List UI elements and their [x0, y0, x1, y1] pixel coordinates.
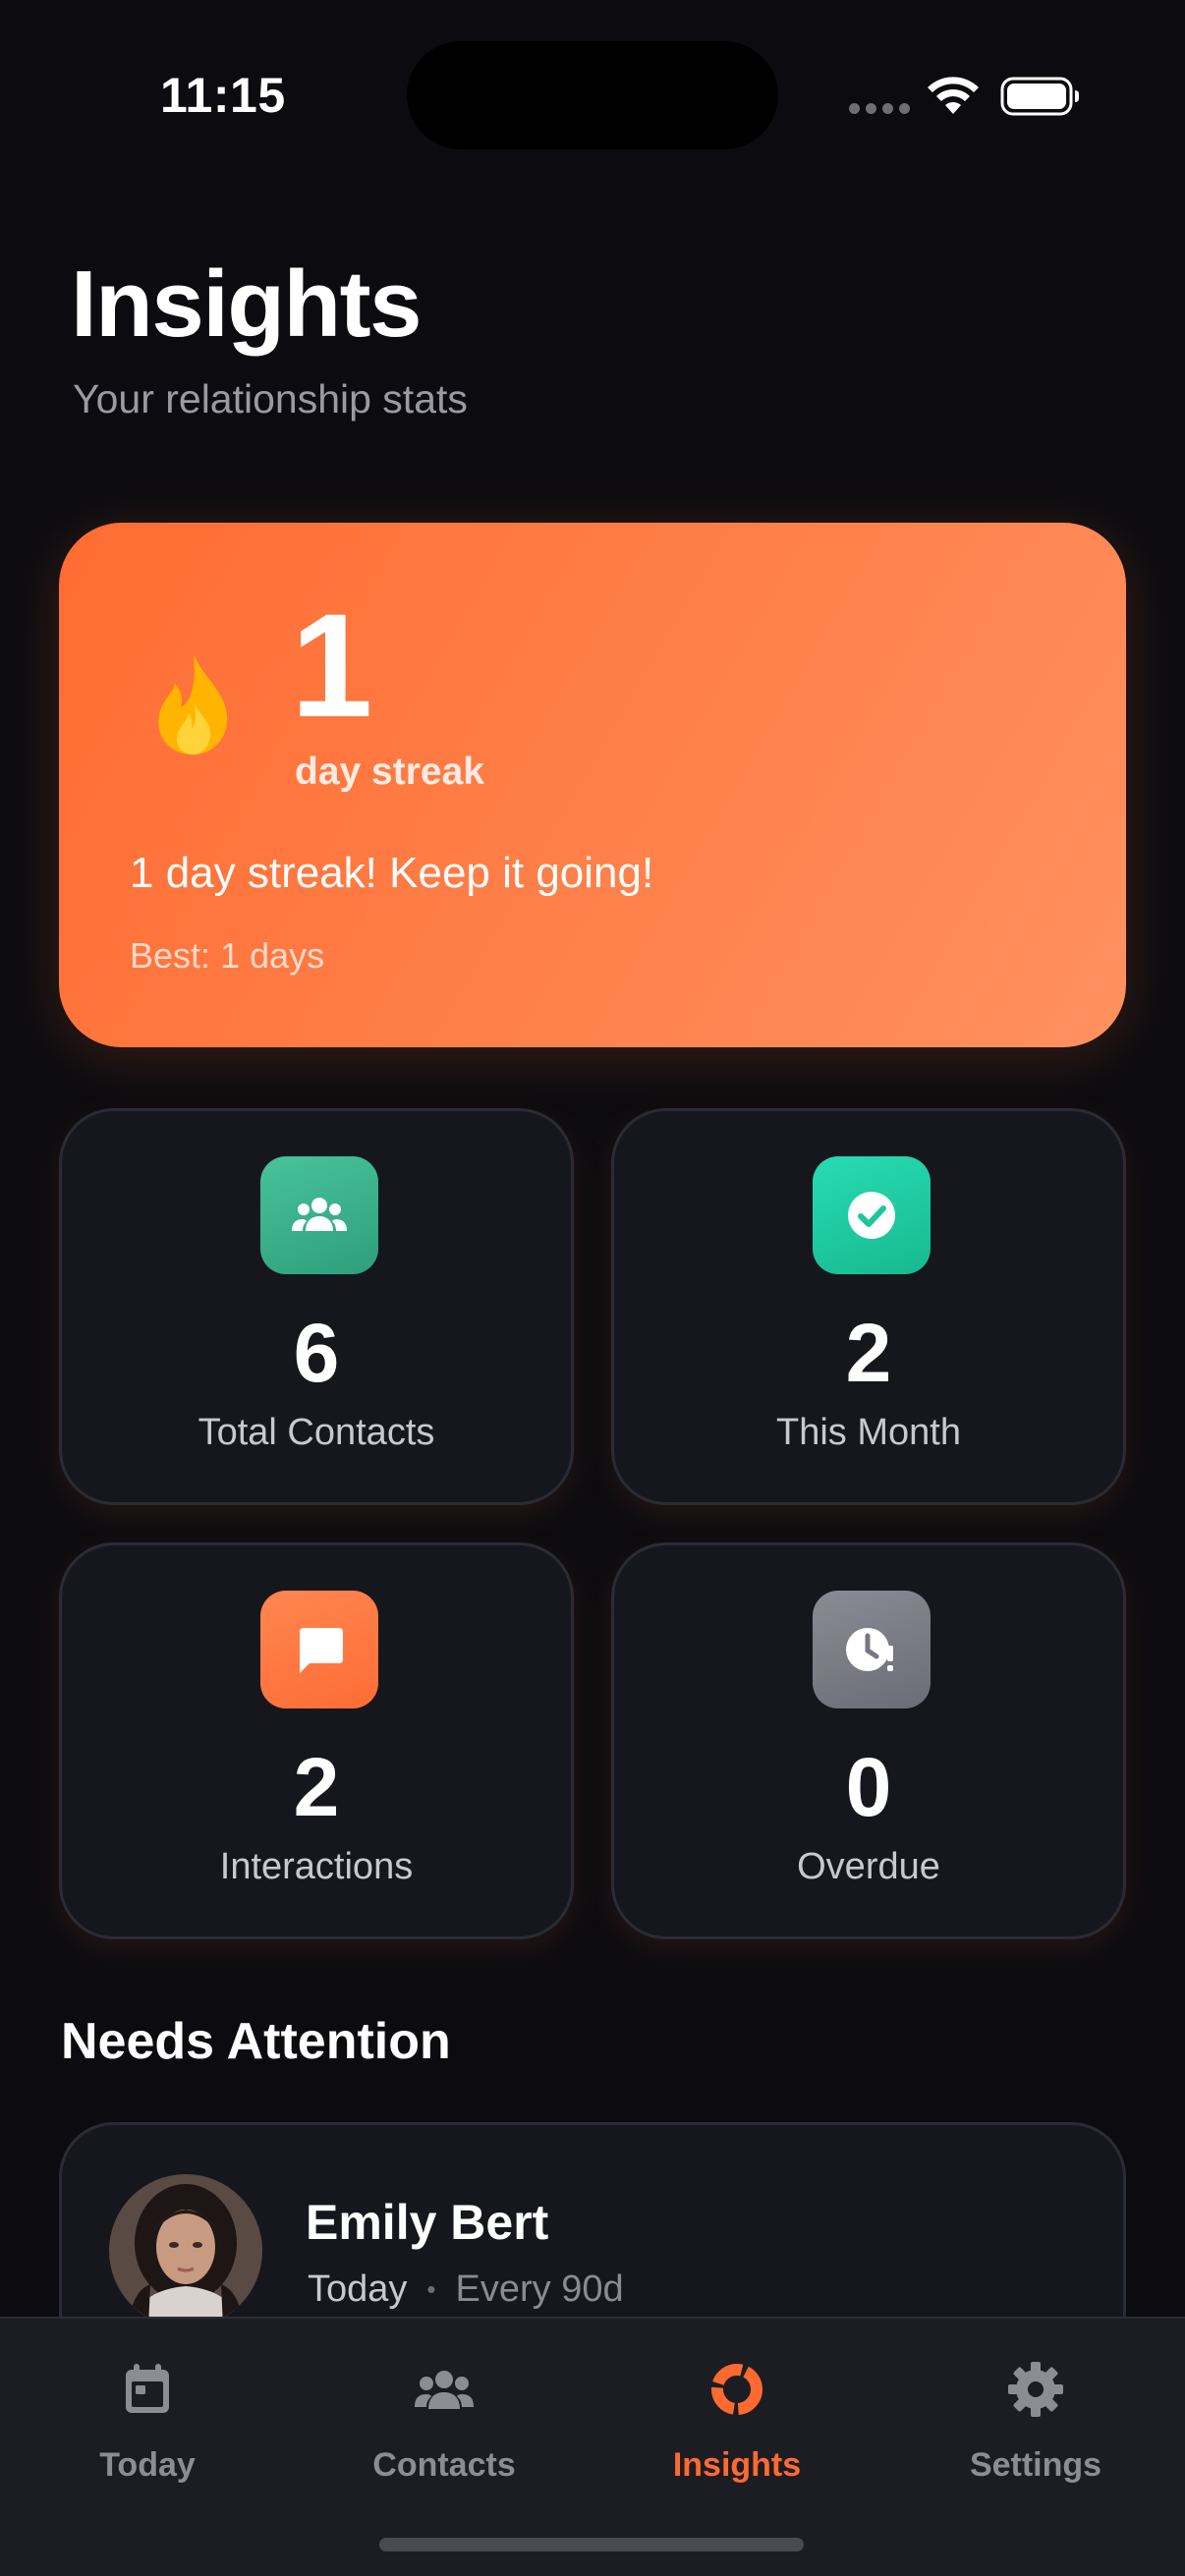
- stat-card-overdue[interactable]: 0 Overdue: [611, 1542, 1126, 1939]
- battery-icon: [1000, 77, 1079, 116]
- stat-value: 6: [293, 1307, 340, 1399]
- streak-best: Best: 1 days: [130, 935, 325, 976]
- tab-insights[interactable]: Insights: [590, 2358, 884, 2515]
- stat-value: 2: [845, 1307, 892, 1399]
- insights-screen: 11:15 Insights Your relationship stats 1…: [0, 0, 1185, 2576]
- contact-due: Today: [308, 2268, 408, 2310]
- stat-card-this-month[interactable]: 2 This Month: [611, 1108, 1126, 1505]
- check-circle-icon: [813, 1156, 931, 1274]
- wifi-icon: [928, 77, 979, 114]
- tab-settings[interactable]: Settings: [888, 2358, 1183, 2515]
- page-title: Insights: [71, 252, 423, 357]
- section-title-needs-attention: Needs Attention: [61, 2013, 451, 2070]
- people-icon: [415, 2371, 474, 2409]
- stat-value: 0: [845, 1741, 892, 1833]
- stat-label: Interactions: [219, 1846, 414, 1887]
- streak-message: 1 day streak! Keep it going!: [130, 849, 654, 897]
- gear-icon: [1008, 2362, 1063, 2417]
- people-icon: [260, 1156, 378, 1274]
- streak-card: 1 day streak 1 day streak! Keep it going…: [59, 523, 1126, 1047]
- tab-label: Insights: [672, 2446, 802, 2484]
- cellular-signal-icon: [849, 103, 910, 114]
- stat-value: 2: [293, 1741, 340, 1833]
- stat-label: This Month: [776, 1412, 961, 1453]
- dynamic-island: [407, 41, 778, 149]
- stat-label: Overdue: [797, 1846, 940, 1887]
- tab-label: Settings: [969, 2446, 1102, 2484]
- tab-contacts[interactable]: Contacts: [297, 2358, 592, 2515]
- flame-icon: [158, 652, 228, 755]
- contact-frequency: Every 90d: [455, 2268, 624, 2310]
- stat-card-interactions[interactable]: 2 Interactions: [59, 1542, 574, 1939]
- status-time: 11:15: [160, 68, 286, 123]
- stat-label: Total Contacts: [198, 1412, 435, 1453]
- separator-dot: •: [426, 2274, 436, 2304]
- chat-bubble-icon: [260, 1591, 378, 1708]
- calendar-icon: [126, 2364, 169, 2413]
- streak-unit-label: day streak: [295, 751, 484, 793]
- streak-count: 1: [291, 583, 373, 748]
- donut-chart-icon: [711, 2364, 762, 2415]
- tab-label: Contacts: [372, 2446, 516, 2484]
- clock-alert-icon: [813, 1591, 931, 1708]
- page-subtitle: Your relationship stats: [73, 376, 468, 421]
- avatar: [109, 2174, 262, 2327]
- contact-name: Emily Bert: [306, 2195, 549, 2250]
- tab-label: Today: [99, 2446, 196, 2484]
- tab-today[interactable]: Today: [0, 2358, 295, 2515]
- contact-meta: Today • Every 90d: [308, 2268, 624, 2311]
- home-indicator[interactable]: [379, 2538, 804, 2551]
- stat-card-total-contacts[interactable]: 6 Total Contacts: [59, 1108, 574, 1505]
